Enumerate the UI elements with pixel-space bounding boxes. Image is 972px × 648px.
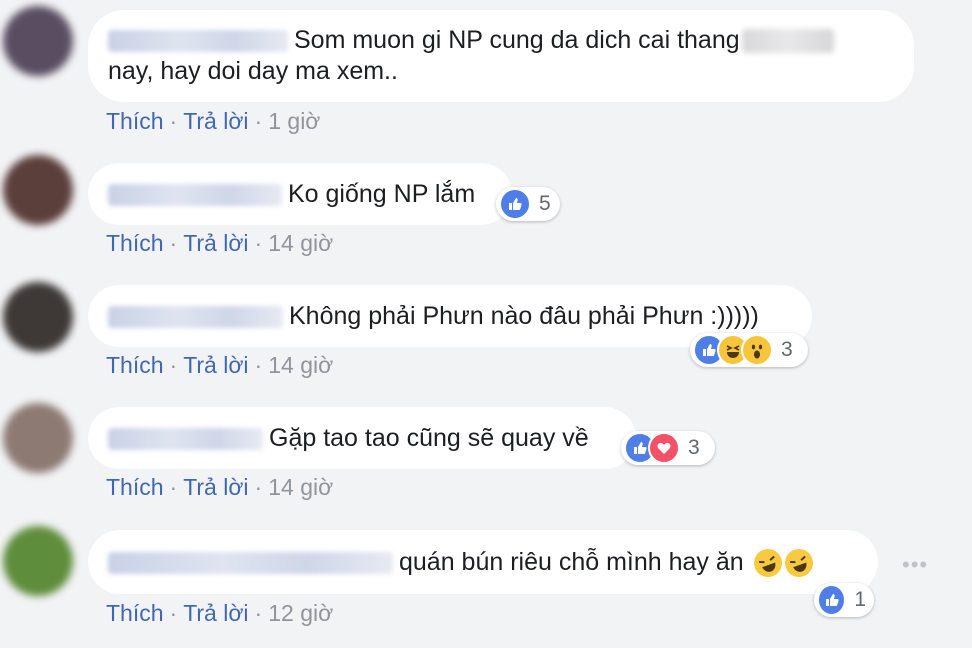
comment-bubble: Ko giống NP lắm (88, 163, 512, 225)
reaction-summary[interactable]: 3 (690, 333, 808, 367)
comment-bubble: Som muon gi NP cung da dich cai thang na… (88, 10, 914, 102)
separator: · (254, 352, 263, 378)
like-link[interactable]: Thích (106, 352, 164, 378)
comment-actions: Thích · Trả lời · 12 giờ (106, 600, 333, 627)
separator: · (254, 230, 263, 256)
commenter-name[interactable] (108, 552, 393, 575)
separator: · (169, 352, 178, 378)
separator: · (254, 108, 263, 134)
like-link[interactable]: Thích (106, 600, 164, 626)
like-link[interactable]: Thích (106, 474, 164, 500)
timestamp[interactable]: 12 giờ (268, 600, 333, 626)
avatar[interactable] (3, 155, 73, 225)
reply-link[interactable]: Trả lời (183, 352, 248, 378)
redacted-name (741, 29, 834, 54)
comment-text: Ko giống NP lắm (288, 180, 476, 208)
comment-actions: Thích · Trả lời · 14 giờ (106, 474, 333, 501)
comment-actions: Thích · Trả lời · 14 giờ (106, 352, 333, 379)
comment-actions: Thích · Trả lời · 14 giờ (106, 230, 333, 257)
avatar[interactable] (3, 526, 73, 596)
reaction-summary[interactable]: 1 (814, 583, 874, 617)
timestamp[interactable]: 14 giờ (268, 230, 333, 256)
separator: · (254, 600, 263, 626)
reaction-count: 3 (781, 338, 793, 361)
reaction-count: 1 (854, 588, 866, 611)
more-options-icon[interactable]: ••• (902, 552, 928, 578)
rofl-emoji-icon (780, 545, 817, 582)
like-reaction-icon (499, 188, 531, 220)
rofl-emoji-icon (749, 545, 786, 582)
like-reaction-icon (817, 584, 847, 616)
comment-text: Không phải Phưn nào đâu phải Phưn :))))) (289, 302, 759, 330)
commenter-name[interactable] (108, 306, 283, 329)
avatar[interactable] (3, 282, 73, 352)
separator: · (169, 474, 178, 500)
like-link[interactable]: Thích (106, 108, 164, 134)
like-link[interactable]: Thích (106, 230, 164, 256)
reaction-count: 3 (688, 436, 700, 459)
avatar[interactable] (3, 403, 73, 473)
reply-link[interactable]: Trả lời (183, 600, 248, 626)
comment-actions: Thích · Trả lời · 1 giờ (106, 108, 320, 135)
comment-bubble: quán bún riêu chỗ mình hay ăn (88, 530, 878, 594)
timestamp[interactable]: 1 giờ (268, 108, 320, 134)
comment-text: quán bún riêu chỗ mình hay ăn (399, 548, 744, 576)
wow-reaction-icon (741, 334, 773, 366)
reaction-count: 5 (539, 192, 551, 215)
reply-link[interactable]: Trả lời (183, 108, 248, 134)
reaction-summary[interactable]: 3 (621, 431, 715, 465)
comment-text-end: nay, hay doi day ma xem.. (108, 57, 398, 85)
comment-text: Gặp tao tao cũng sẽ quay về (269, 424, 589, 452)
separator: · (169, 230, 178, 256)
separator: · (169, 600, 178, 626)
commenter-name[interactable] (108, 428, 263, 451)
love-reaction-icon (648, 432, 680, 464)
separator: · (254, 474, 263, 500)
separator: · (169, 108, 178, 134)
commenter-name[interactable] (108, 30, 288, 53)
commenter-name[interactable] (108, 184, 282, 207)
timestamp[interactable]: 14 giờ (268, 474, 333, 500)
comment-bubble: Gặp tao tao cũng sẽ quay về (88, 407, 636, 469)
avatar[interactable] (3, 6, 73, 76)
reaction-summary[interactable]: 5 (496, 187, 560, 221)
comment-text-start: Som muon gi NP cung da dich cai thang (294, 26, 740, 54)
reply-link[interactable]: Trả lời (183, 230, 248, 256)
timestamp[interactable]: 14 giờ (268, 352, 333, 378)
reply-link[interactable]: Trả lời (183, 474, 248, 500)
